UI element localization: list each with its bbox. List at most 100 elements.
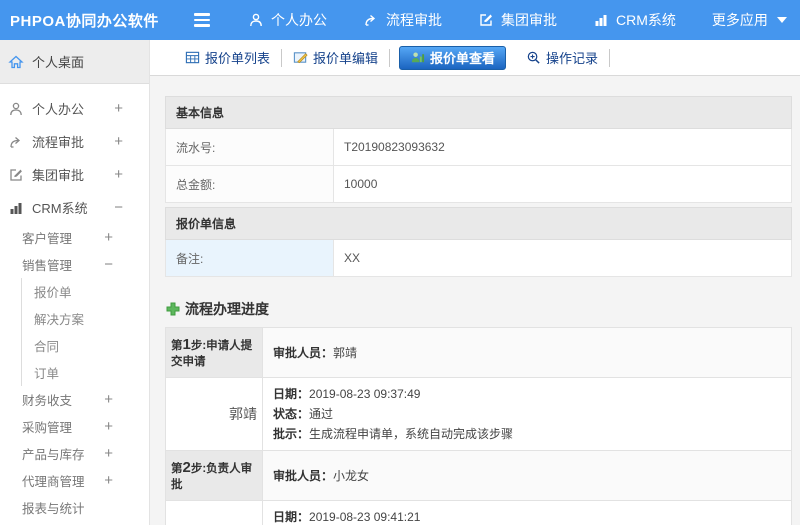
tab-label: 报价单编辑	[313, 51, 379, 66]
top-nav: 个人办公 流程审批 集团审批 CRM系统 更多应用	[248, 10, 787, 30]
sidebar-item-label: 代理商管理	[22, 475, 85, 489]
tab-label: 报价单查看	[430, 51, 496, 66]
sidebar-item-label: 流程审批	[32, 135, 85, 150]
sidebar-item-purchase[interactable]: 采购管理 +	[0, 413, 149, 440]
sidebar-item-label: CRM系统	[32, 201, 88, 216]
field-label-serial: 流水号:	[165, 128, 334, 166]
main-area: 报价单列表 报价单编辑 报价单查看 操作记录 基本信息 流水号: T201908…	[150, 40, 800, 525]
process-icon	[363, 12, 379, 28]
grid-icon	[185, 50, 201, 66]
sidebar-item-label: 集团审批	[32, 168, 85, 183]
approver-name: 郭靖	[165, 377, 263, 451]
step-header: 第2步:负责人审批	[165, 450, 263, 501]
sidebar-item-crm[interactable]: CRM系统 −	[0, 191, 149, 224]
sidebar-item-reports[interactable]: 报表与统计	[0, 494, 149, 521]
approver-cell: 审批人员：郭靖	[262, 327, 792, 378]
step-header: 第1步:申请人提交申请	[165, 327, 263, 378]
tab-operation-log[interactable]: 操作记录	[515, 48, 611, 67]
sidebar-item-process-approval[interactable]: 流程审批 +	[0, 125, 149, 158]
app-logo: PHPOA协同办公软件	[10, 12, 159, 30]
sidebar-item-personal-office[interactable]: 个人办公 +	[0, 92, 149, 125]
topbar: PHPOA协同办公软件 个人办公 流程审批 集团审批 CRM系统 更多应用	[0, 0, 800, 40]
topnav-process-approval[interactable]: 流程审批	[363, 10, 442, 30]
sidebar-item-label: 个人办公	[32, 102, 85, 117]
section-header-quote-info: 报价单信息	[165, 207, 792, 240]
topnav-more-apps[interactable]: 更多应用	[712, 10, 787, 30]
sidebar-item-form-process-settings[interactable]: 表单与流程设置 +	[0, 521, 149, 525]
expand-plus[interactable]: +	[104, 391, 113, 408]
menu-toggle-icon[interactable]	[194, 13, 210, 27]
process-icon	[8, 134, 24, 150]
expand-plus[interactable]: +	[104, 229, 113, 246]
field-label-remark: 备注:	[165, 239, 334, 277]
sidebar-item-quotation[interactable]: 报价单	[22, 278, 149, 305]
sidebar: 个人桌面 个人办公 + 流程审批 + 集团审批 + CRM系统 − 客户管理 +…	[0, 40, 150, 525]
sidebar-item-label: 报表与统计	[22, 502, 85, 516]
chart-icon	[8, 200, 24, 216]
content: 基本信息 流水号: T20190823093632 总金额: 10000 报价单…	[150, 76, 800, 525]
person-icon	[8, 101, 24, 117]
table-row: 备注: XX	[165, 239, 792, 277]
expand-plus[interactable]: +	[114, 133, 123, 150]
sidebar-item-label: 采购管理	[22, 421, 73, 435]
sidebar-item-contract[interactable]: 合同	[22, 332, 149, 359]
topnav-label: 更多应用	[711, 12, 768, 28]
field-value-serial: T20190823093632	[333, 128, 792, 166]
tab-quotation-view[interactable]: 报价单查看	[399, 45, 507, 70]
flow-progress-title: 流程办理进度	[166, 299, 792, 319]
topnav-label: 个人办公	[271, 12, 327, 28]
search-icon	[526, 50, 542, 66]
field-label-total: 总金额:	[165, 165, 334, 203]
sales-submenu: 报价单 解决方案 合同 订单	[21, 278, 149, 386]
sidebar-item-customer-mgmt[interactable]: 客户管理 +	[0, 224, 149, 251]
tab-quotation-edit[interactable]: 报价单编辑	[282, 48, 391, 67]
flow-detail-row: 小龙女 日期：2019-08-23 09:41:21 状态：结束 批示：通过	[165, 500, 792, 525]
expand-plus[interactable]: +	[104, 418, 113, 435]
flow-title-label: 流程办理进度	[185, 301, 269, 317]
sidebar-item-label: 订单	[34, 367, 60, 381]
sidebar-item-label: 解决方案	[34, 313, 85, 327]
topnav-label: 流程审批	[386, 12, 442, 28]
collapse-minus[interactable]: −	[104, 256, 113, 273]
expand-plus[interactable]: +	[104, 472, 113, 489]
sidebar-item-desktop[interactable]: 个人桌面	[0, 40, 149, 84]
tab-label: 报价单列表	[205, 51, 271, 66]
sidebar-item-sales-mgmt[interactable]: 销售管理 −	[0, 251, 149, 278]
sidebar-item-products-inventory[interactable]: 产品与库存 +	[0, 440, 149, 467]
chart-icon	[593, 12, 609, 28]
tab-quotation-list[interactable]: 报价单列表	[174, 48, 283, 67]
view-icon	[410, 50, 426, 66]
sidebar-item-label: 财务收支	[22, 394, 73, 408]
sidebar-item-label: 合同	[34, 340, 60, 354]
section-header-basic-info: 基本信息	[165, 96, 792, 129]
topnav-group-approval[interactable]: 集团审批	[478, 10, 557, 30]
expand-plus[interactable]: +	[114, 100, 123, 117]
table-row: 流水号: T20190823093632	[165, 128, 792, 166]
approval-details: 日期：2019-08-23 09:41:21 状态：结束 批示：通过	[262, 500, 792, 525]
sidebar-item-label: 报价单	[34, 286, 72, 300]
topnav-crm[interactable]: CRM系统	[593, 10, 676, 30]
topnav-label: 集团审批	[501, 12, 557, 28]
sidebar-item-group-approval[interactable]: 集团审批 +	[0, 158, 149, 191]
compose-icon	[293, 50, 309, 66]
approver-cell: 审批人员：小龙女	[262, 450, 792, 501]
table-row: 总金额: 10000	[165, 165, 792, 203]
sidebar-item-solution[interactable]: 解决方案	[22, 305, 149, 332]
topnav-label: CRM系统	[616, 12, 676, 28]
topnav-personal-office[interactable]: 个人办公	[248, 10, 327, 30]
expand-plus[interactable]: +	[104, 445, 113, 462]
expand-plus[interactable]: +	[114, 166, 123, 183]
collapse-minus[interactable]: −	[114, 199, 123, 216]
sidebar-item-order[interactable]: 订单	[22, 359, 149, 386]
flow-detail-row: 郭靖 日期：2019-08-23 09:37:49 状态：通过 批示：生成流程申…	[165, 377, 792, 451]
sidebar-item-label: 销售管理	[22, 259, 73, 273]
flow-table: 第1步:申请人提交申请 审批人员：郭靖 郭靖 日期：2019-08-23 09:…	[165, 327, 792, 525]
home-icon	[8, 54, 24, 70]
approver-name: 小龙女	[165, 500, 263, 525]
tab-bar: 报价单列表 报价单编辑 报价单查看 操作记录	[150, 40, 800, 76]
sidebar-item-finance[interactable]: 财务收支 +	[0, 386, 149, 413]
sidebar-item-agent-mgmt[interactable]: 代理商管理 +	[0, 467, 149, 494]
edit-icon	[8, 167, 24, 183]
approval-details: 日期：2019-08-23 09:37:49 状态：通过 批示：生成流程申请单，…	[262, 377, 792, 451]
edit-icon	[478, 12, 494, 28]
